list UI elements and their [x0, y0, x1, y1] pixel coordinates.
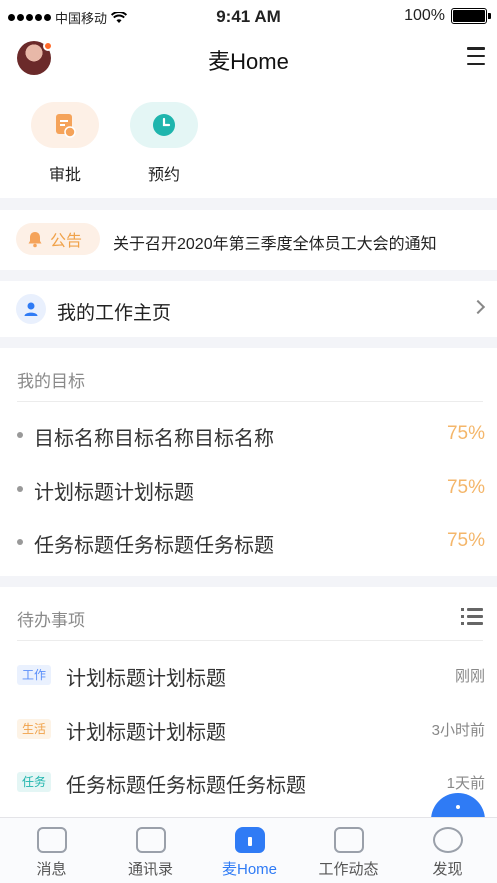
my-work-page-row[interactable]: 我的工作主页 [0, 281, 497, 337]
approval-document-icon [56, 114, 76, 138]
todo-time: 1天前 [446, 775, 485, 792]
tab-contacts[interactable]: 通讯录 [101, 818, 200, 883]
todo-item[interactable]: 工作 计划标题计划标题 刚刚 [17, 660, 485, 690]
reservation-label: 预约 [147, 167, 180, 184]
battery-icon [451, 8, 491, 24]
goal-percent: 75% [446, 530, 485, 551]
approval-label: 审批 [48, 167, 81, 184]
contacts-icon [135, 827, 166, 853]
category-tag: 工作 [17, 665, 52, 685]
divider [17, 640, 483, 641]
reservation-button[interactable]: 预约 [129, 102, 199, 185]
app-header: 麦Home [0, 34, 497, 84]
chevron-right-icon [470, 299, 486, 315]
goal-percent: 75% [446, 477, 485, 498]
clock-icon [153, 114, 175, 136]
approval-button[interactable]: 审批 [30, 102, 100, 185]
page-title: 麦Home [208, 49, 289, 74]
message-icon [36, 827, 67, 853]
quick-actions: 审批 预约 [0, 84, 497, 198]
activity-icon [333, 827, 364, 853]
todo-section: 待办事项 工作 计划标题计划标题 刚刚 生活 计划标题计划标题 3小时前 任务 … [0, 587, 497, 817]
bell-icon [28, 232, 42, 248]
list-view-icon[interactable] [461, 607, 483, 625]
section-title: 待办事项 [17, 611, 85, 630]
category-tag: 生活 [17, 719, 52, 739]
status-bar: 中国移动 9:41 AM 100% [0, 0, 497, 34]
announcement-bar[interactable]: 公告 关于召开2020年第三季度全体员工大会的通知 [0, 210, 497, 270]
todo-item[interactable]: 任务 任务标题任务标题任务标题 1天前 [17, 767, 485, 797]
todo-time: 3小时前 [431, 722, 485, 739]
category-tag: 任务 [17, 772, 52, 792]
discover-icon [432, 827, 463, 853]
tab-discover[interactable]: 发现 [398, 818, 497, 883]
announcement-badge: 公告 [16, 223, 100, 255]
todo-time: 刚刚 [454, 668, 485, 685]
my-work-page-label: 我的工作主页 [57, 303, 172, 324]
goal-item[interactable]: 任务标题任务标题任务标题 75% [17, 527, 485, 557]
tab-home[interactable]: 麦Home [200, 818, 299, 883]
goal-item[interactable]: 目标名称目标名称目标名称 75% [17, 420, 485, 450]
tab-messages[interactable]: 消息 [2, 818, 101, 883]
goal-item[interactable]: 计划标题计划标题 75% [17, 474, 485, 504]
user-icon [16, 294, 46, 324]
todo-item[interactable]: 生活 计划标题计划标题 3小时前 [17, 714, 485, 744]
goal-percent: 75% [446, 423, 485, 444]
divider [17, 401, 483, 402]
menu-icon[interactable] [467, 47, 485, 65]
section-title: 我的目标 [17, 372, 85, 391]
tab-activity[interactable]: 工作动态 [299, 818, 398, 883]
my-goals-section: 我的目标 目标名称目标名称目标名称 75% 计划标题计划标题 75% 任务标题任… [0, 348, 497, 576]
tab-bar: 消息 通讯录 麦Home 工作动态 发现 [0, 817, 497, 883]
announcement-text: 关于召开2020年第三季度全体员工大会的通知 [113, 236, 437, 253]
battery-percent: 100% [404, 7, 445, 24]
home-icon [234, 827, 265, 853]
